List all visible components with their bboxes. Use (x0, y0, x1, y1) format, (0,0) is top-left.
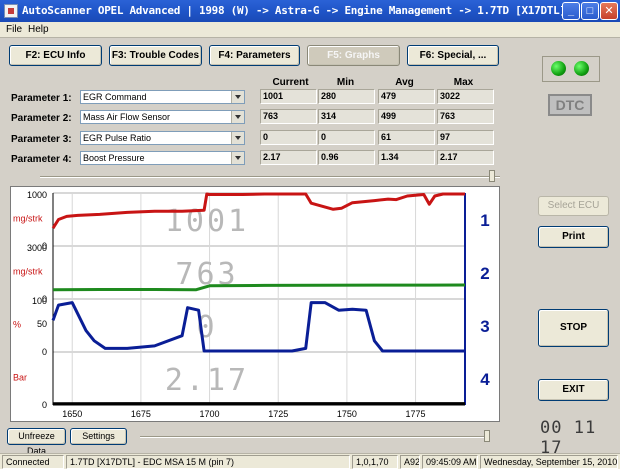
status-led-2 (574, 61, 589, 76)
tab-trouble-codes[interactable]: F3: Trouble Codes (109, 45, 202, 66)
unit-label: mg/strk (13, 267, 43, 277)
window-title: AutoScanner OPEL Advanced | 1998 (W) -> … (22, 4, 562, 17)
unit-label: Bar (13, 373, 27, 383)
parameter-3-current: 0 (260, 130, 317, 145)
parameter-3-avg: 61 (378, 130, 435, 145)
series-line-2 (52, 283, 466, 292)
current-value-overlay: 2.17 (165, 363, 249, 398)
column-header-min: Min (336, 77, 355, 88)
parameter-3-max: 97 (437, 130, 494, 145)
parameter-2-select[interactable]: Mass Air Flow Sensor (80, 110, 245, 124)
status-led-1 (551, 61, 566, 76)
unit-label: mg/strk (13, 214, 43, 224)
parameter-1-max: 3022 (437, 89, 494, 104)
x-tick-label: 1750 (337, 409, 357, 419)
x-tick-label: 1725 (268, 409, 288, 419)
parameter-3-select[interactable]: EGR Pulse Ratio (80, 131, 245, 145)
tab-ecu-info[interactable]: F2: ECU Info (9, 45, 102, 66)
unit-label: % (13, 320, 21, 330)
status-connection: Connected (2, 455, 64, 469)
column-header-avg: Avg (395, 77, 414, 88)
status-date: Wednesday, September 15, 2010 (480, 455, 618, 469)
elapsed-timer: 00 11 17 (540, 418, 597, 458)
parameter-2-min: 314 (318, 109, 375, 124)
maximize-button[interactable]: □ (581, 2, 599, 20)
series-index-label: 2 (480, 264, 489, 283)
tab-special[interactable]: F6: Special, ... (407, 45, 499, 66)
parameter-4-min: 0.96 (318, 150, 375, 165)
status-led-panel (542, 56, 600, 82)
select-ecu-button[interactable]: Select ECU (538, 196, 609, 216)
status-bar: Connected 1.7TD [X17DTL] - EDC MSA 15 M … (0, 453, 620, 469)
y-tick-label: 1000 (27, 190, 47, 200)
status-ecu: 1.7TD [X17DTL] - EDC MSA 15 M (pin 7) (66, 455, 350, 469)
parameter-2-avg: 499 (378, 109, 435, 124)
parameter-2-label: Parameter 2: (11, 113, 72, 124)
parameter-4-max: 2.17 (437, 150, 494, 165)
bottom-scroll-thumb[interactable] (484, 430, 490, 442)
exit-button[interactable]: EXIT (538, 379, 609, 401)
tab-graphs[interactable]: F5: Graphs (307, 45, 400, 66)
menu-help[interactable]: Help (28, 24, 49, 35)
title-bar: AutoScanner OPEL Advanced | 1998 (W) -> … (0, 0, 620, 22)
graph-chart: 1650 1675 1700 1725 1750 177510000mg/strk 1001… (13, 190, 490, 419)
parameter-4-select[interactable]: Boost Pressure (80, 151, 245, 165)
parameter-4-avg: 1.34 (378, 150, 435, 165)
bottom-scroll-track[interactable] (140, 436, 488, 438)
parameter-1-avg: 479 (378, 89, 435, 104)
current-value-overlay: 1001 (165, 204, 249, 239)
parameter-1-select[interactable]: EGR Command (80, 90, 245, 104)
x-tick-label: 1675 (131, 409, 151, 419)
series-line-3 (51, 301, 465, 353)
parameter-1-current: 1001 (260, 89, 317, 104)
parameter-4-current: 2.17 (260, 150, 317, 165)
x-tick-label: 1700 (200, 409, 220, 419)
series-line-1 (51, 192, 465, 230)
parameter-3-min: 0 (318, 130, 375, 145)
x-tick-label: 1650 (62, 409, 82, 419)
column-header-current: Current (272, 77, 309, 88)
parameter-3-value: EGR Pulse Ratio (83, 133, 152, 143)
close-button[interactable]: ✕ (600, 2, 618, 20)
parameter-2-current: 763 (260, 109, 317, 124)
menu-file[interactable]: File (6, 24, 22, 35)
top-scroll-track[interactable] (40, 176, 500, 178)
app-icon (4, 4, 18, 18)
parameter-2-max: 763 (437, 109, 494, 124)
y-tick-label: 0 (42, 347, 47, 357)
status-code: A92 (400, 455, 420, 469)
y-tick-label: 0 (42, 400, 47, 410)
parameter-3-label: Parameter 3: (11, 134, 72, 145)
chevron-down-icon[interactable] (231, 152, 244, 164)
parameter-1-min: 280 (318, 89, 375, 104)
y-tick-label: 50 (37, 319, 47, 329)
status-time: 09:45:09 AM (422, 455, 478, 469)
stop-button[interactable]: STOP (538, 309, 609, 347)
graph-panel: 1650 1675 1700 1725 1750 1775 1000 0 mg/strk 1001… (10, 186, 500, 422)
dtc-indicator: DTC (548, 94, 592, 116)
y-tick-label: 3000 (27, 243, 47, 253)
chevron-down-icon[interactable] (231, 111, 244, 123)
parameter-2-value: Mass Air Flow Sensor (83, 112, 171, 122)
series-index-label: 4 (480, 370, 490, 389)
top-scroll-thumb[interactable] (489, 170, 495, 182)
series-index-label: 3 (480, 317, 489, 336)
parameter-1-label: Parameter 1: (11, 93, 72, 104)
print-button[interactable]: Print (538, 226, 609, 248)
settings-button[interactable]: Settings (70, 428, 127, 445)
unfreeze-data-button[interactable]: Unfreeze Data (7, 428, 66, 456)
status-protocol: 1,0,1,70 (352, 455, 398, 469)
column-header-max: Max (453, 77, 474, 88)
series-index-label: 1 (480, 211, 489, 230)
tab-parameters[interactable]: F4: Parameters (209, 45, 300, 66)
parameter-1-value: EGR Command (83, 92, 147, 102)
parameter-4-value: Boost Pressure (83, 153, 145, 163)
menu-bar: File Help (0, 22, 620, 38)
chevron-down-icon[interactable] (231, 91, 244, 103)
chevron-down-icon[interactable] (231, 132, 244, 144)
y-tick-label: 100 (32, 296, 47, 306)
x-tick-label: 1775 (406, 409, 426, 419)
parameter-4-label: Parameter 4: (11, 154, 72, 165)
minimize-button[interactable]: _ (562, 2, 580, 20)
